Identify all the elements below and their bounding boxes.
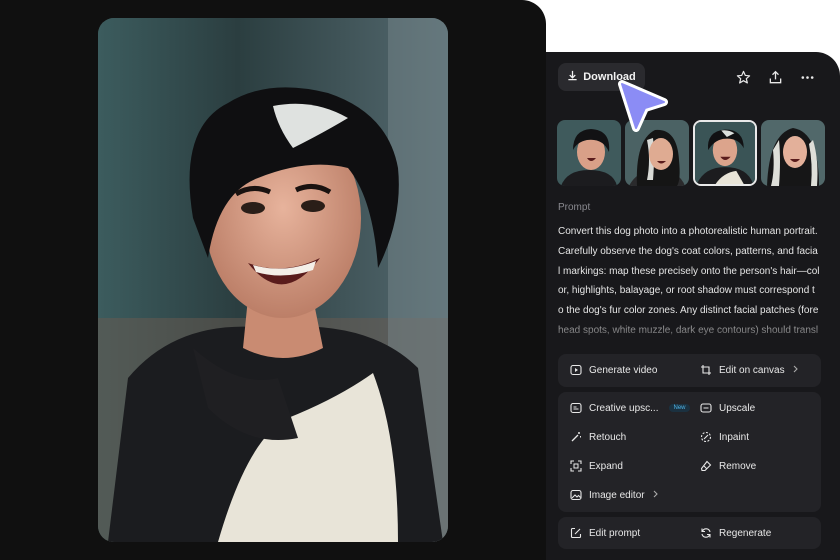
upscale-icon [700,402,712,414]
edit-prompt-button[interactable]: Edit prompt [570,527,640,539]
creative-upscale-icon [570,402,582,414]
inpaint-icon [700,431,712,443]
regenerate-label: Regenerate [719,527,772,539]
inpaint-button[interactable]: Inpaint [700,431,749,443]
edit-tools-group: Creative upsc... New Upscale Retouch Inp… [558,392,821,512]
main-image[interactable] [98,18,448,542]
new-badge: New [669,404,690,412]
remove-label: Remove [719,460,757,472]
prompt-actions-group: Edit prompt Regenerate [558,517,821,549]
creative-upscale-button[interactable]: Creative upsc... New [570,402,690,414]
edit-icon [570,527,582,539]
thumbnail-4[interactable] [761,120,825,186]
chevron-right-icon [652,490,659,501]
mouse-pointer-icon [618,80,668,136]
share-icon[interactable] [764,66,786,88]
retouch-label: Retouch [589,431,627,443]
thumbnail-1[interactable] [557,120,621,186]
more-icon[interactable] [796,66,818,88]
eraser-icon [700,460,712,472]
refresh-icon [700,527,712,539]
generate-video-label: Generate video [589,364,658,376]
play-icon [570,364,582,376]
image-editor-icon [570,489,582,501]
expand-icon [570,460,582,472]
creative-upscale-label: Creative upsc... [589,402,659,414]
thumbnail-3-selected[interactable] [693,120,757,186]
prompt-label: Prompt [558,202,591,213]
thumbnail-strip [557,120,825,186]
magic-wand-icon [570,431,582,443]
video-canvas-group: Generate video Edit on canvas [558,354,821,387]
generate-video-button[interactable]: Generate video [570,364,657,376]
portrait-image [98,18,448,542]
details-panel: Download Prompt Convert this dog photo i… [546,52,840,560]
download-icon [567,70,578,84]
prompt-fade [546,314,840,348]
edit-on-canvas-label: Edit on canvas [719,364,785,376]
image-editor-button[interactable]: Image editor [570,489,659,501]
chevron-right-icon [792,365,799,376]
expand-label: Expand [589,460,623,472]
remove-button[interactable]: Remove [700,460,756,472]
upscale-label: Upscale [719,402,756,414]
crop-icon [700,364,712,376]
expand-button[interactable]: Expand [570,460,623,472]
image-editor-label: Image editor [589,489,645,501]
inpaint-label: Inpaint [719,431,750,443]
retouch-button[interactable]: Retouch [570,431,626,443]
edit-on-canvas-button[interactable]: Edit on canvas [700,364,799,376]
star-icon[interactable] [732,66,754,88]
edit-prompt-label: Edit prompt [589,527,641,539]
image-viewer [0,0,546,560]
upscale-button[interactable]: Upscale [700,402,755,414]
regenerate-button[interactable]: Regenerate [700,527,771,539]
